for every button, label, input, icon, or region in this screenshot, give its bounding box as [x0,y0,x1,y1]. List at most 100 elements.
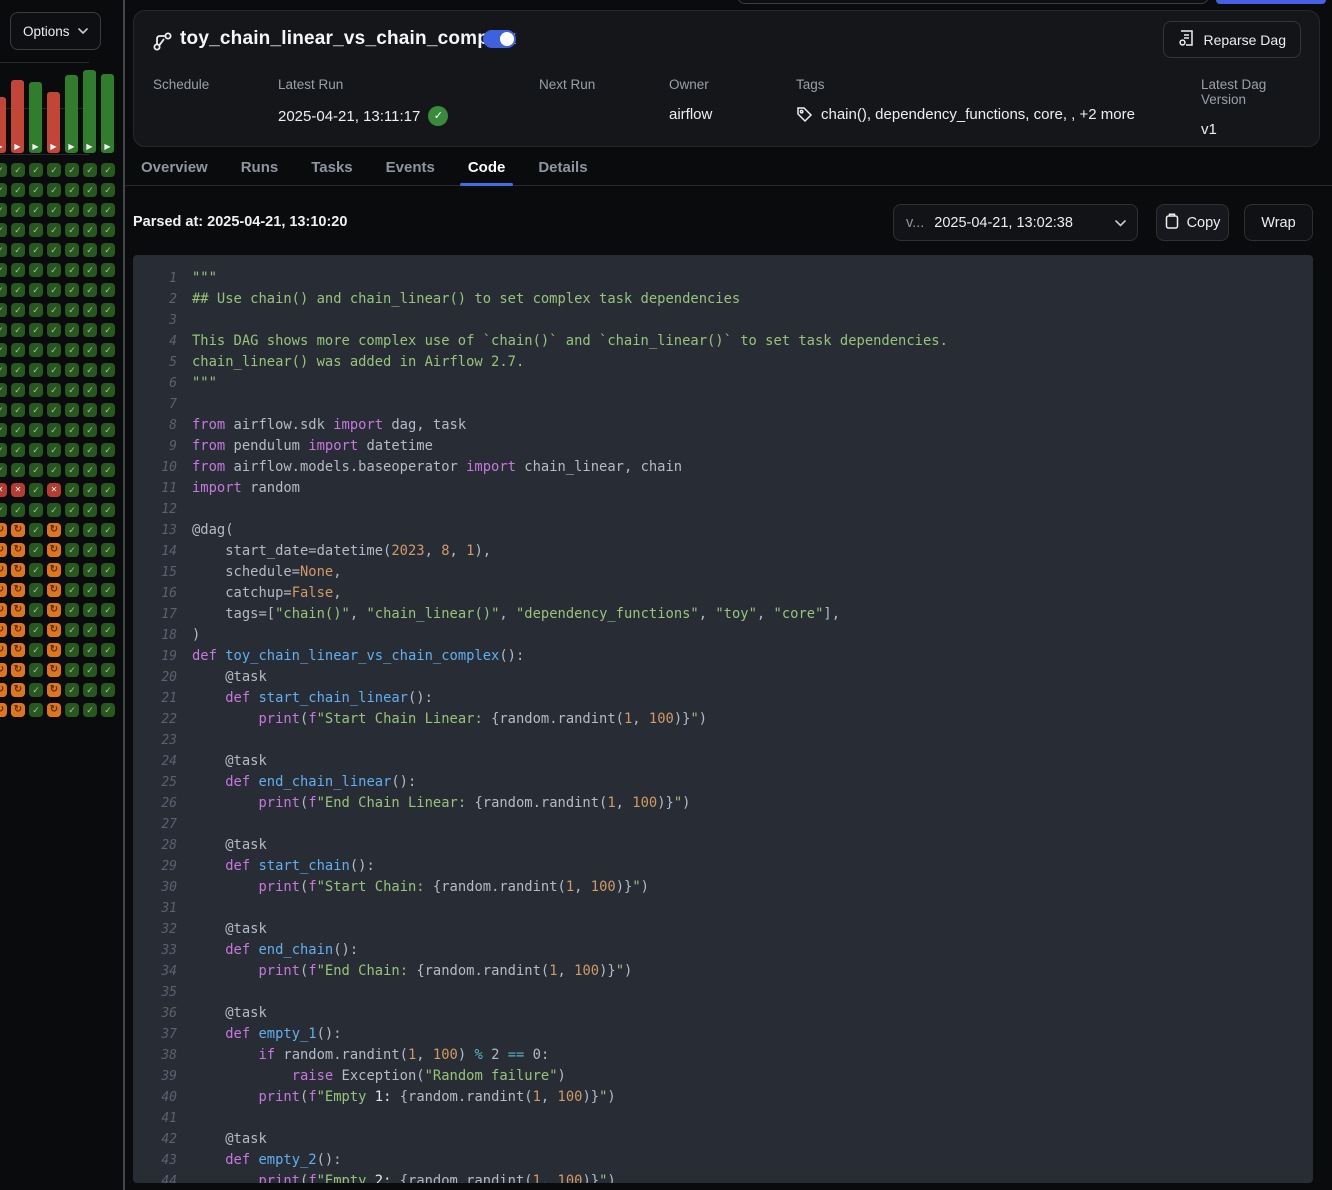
task-instance-retry[interactable]: ↻ [47,563,61,577]
tab-tasks[interactable]: Tasks [303,148,360,186]
task-instance-success[interactable]: ✓ [29,283,43,297]
task-instance-success[interactable]: ✓ [65,623,79,637]
task-instance-success[interactable]: ✓ [47,243,61,257]
task-instance-success[interactable]: ✓ [83,603,97,617]
task-instance-success[interactable]: ✓ [65,323,79,337]
task-instance-retry[interactable]: ↻ [0,703,7,717]
task-instance-success[interactable]: ✓ [65,383,79,397]
task-instance-retry[interactable]: ↻ [47,603,61,617]
task-instance-success[interactable]: ✓ [101,523,115,537]
task-instance-success[interactable]: ✓ [101,703,115,717]
task-instance-success[interactable]: ✓ [29,603,43,617]
task-instance-success[interactable]: ✓ [83,703,97,717]
task-instance-retry[interactable]: ↻ [0,623,7,637]
run-play-icon[interactable]: ▶ [101,142,114,152]
task-instance-retry[interactable]: ↻ [47,643,61,657]
task-instance-success[interactable]: ✓ [83,303,97,317]
run-play-icon[interactable]: ▶ [65,142,78,152]
task-instance-success[interactable]: ✓ [29,223,43,237]
task-instance-success[interactable]: ✓ [0,203,7,217]
task-instance-success[interactable]: ✓ [29,583,43,597]
task-instance-success[interactable]: ✓ [29,343,43,357]
task-instance-retry[interactable]: ↻ [11,583,25,597]
task-instance-success[interactable]: ✓ [65,303,79,317]
task-instance-success[interactable]: ✓ [47,363,61,377]
task-instance-success[interactable]: ✓ [29,423,43,437]
task-instance-success[interactable]: ✓ [47,443,61,457]
task-instance-success[interactable]: ✓ [101,583,115,597]
task-instance-success[interactable]: ✓ [0,503,7,517]
run-duration-bar[interactable]: ▶ [29,82,42,153]
task-instance-success[interactable]: ✓ [65,163,79,177]
task-instance-success[interactable]: ✓ [0,383,7,397]
task-instance-success[interactable]: ✓ [101,643,115,657]
task-instance-success[interactable]: ✓ [29,643,43,657]
reparse-dag-button[interactable]: Reparse Dag [1163,21,1302,58]
dag-code-viewer[interactable]: 1"""2## Use chain() and chain_linear() t… [133,255,1313,1183]
task-instance-success[interactable]: ✓ [65,603,79,617]
task-instance-success[interactable]: ✓ [0,223,7,237]
task-instance-retry[interactable]: ↻ [0,563,7,577]
task-instance-success[interactable]: ✓ [101,683,115,697]
task-instance-success[interactable]: ✓ [65,203,79,217]
task-instance-success[interactable]: ✓ [11,423,25,437]
task-instance-success[interactable]: ✓ [29,503,43,517]
task-instance-success[interactable]: ✓ [101,563,115,577]
task-instance-success[interactable]: ✓ [29,183,43,197]
task-instance-success[interactable]: ✓ [29,263,43,277]
task-instance-success[interactable]: ✓ [29,663,43,677]
wrap-button[interactable]: Wrap [1244,204,1313,241]
task-instance-retry[interactable]: ↻ [47,543,61,557]
task-instance-success[interactable]: ✓ [83,183,97,197]
task-instance-success[interactable]: ✓ [11,383,25,397]
task-instance-success[interactable]: ✓ [83,343,97,357]
task-instance-success[interactable]: ✓ [0,263,7,277]
task-instance-success[interactable]: ✓ [83,163,97,177]
task-instance-success[interactable]: ✓ [11,443,25,457]
task-instance-success[interactable]: ✓ [101,423,115,437]
run-play-icon[interactable]: ▶ [11,142,24,152]
task-instance-success[interactable]: ✓ [29,403,43,417]
task-instance-retry[interactable]: ↻ [47,683,61,697]
task-instance-retry[interactable]: ↻ [11,603,25,617]
task-instance-success[interactable]: ✓ [101,463,115,477]
task-instance-success[interactable]: ✓ [11,243,25,257]
task-instance-success[interactable]: ✓ [0,443,7,457]
task-instance-success[interactable]: ✓ [29,383,43,397]
task-instance-success[interactable]: ✓ [47,503,61,517]
task-instance-success[interactable]: ✓ [47,423,61,437]
task-instance-success[interactable]: ✓ [101,263,115,277]
task-instance-success[interactable]: ✓ [47,283,61,297]
task-instance-retry[interactable]: ↻ [11,523,25,537]
task-instance-success[interactable]: ✓ [0,183,7,197]
task-instance-success[interactable]: ✓ [11,263,25,277]
task-instance-retry[interactable]: ↻ [47,703,61,717]
task-instance-success[interactable]: ✓ [0,323,7,337]
task-instance-success[interactable]: ✓ [101,183,115,197]
task-instance-retry[interactable]: ↻ [11,543,25,557]
task-instance-retry[interactable]: ↻ [0,643,7,657]
task-instance-success[interactable]: ✓ [29,563,43,577]
task-instance-success[interactable]: ✓ [65,663,79,677]
task-instance-success[interactable]: ✓ [83,563,97,577]
task-instance-success[interactable]: ✓ [11,343,25,357]
task-instance-success[interactable]: ✓ [83,243,97,257]
task-instance-retry[interactable]: ↻ [11,663,25,677]
task-instance-success[interactable]: ✓ [11,203,25,217]
run-duration-bar[interactable]: ▶ [83,70,96,153]
task-instance-success[interactable]: ✓ [101,383,115,397]
run-duration-bar[interactable]: ▶ [0,97,6,153]
run-duration-bar[interactable]: ▶ [65,75,78,153]
run-play-icon[interactable]: ▶ [0,142,6,152]
task-instance-success[interactable]: ✓ [11,503,25,517]
task-instance-success[interactable]: ✓ [11,363,25,377]
task-instance-success[interactable]: ✓ [47,223,61,237]
task-instance-success[interactable]: ✓ [65,703,79,717]
task-instance-success[interactable]: ✓ [0,243,7,257]
task-instance-success[interactable]: ✓ [0,363,7,377]
task-instance-success[interactable]: ✓ [83,463,97,477]
task-instance-success[interactable]: ✓ [65,583,79,597]
task-instance-success[interactable]: ✓ [65,183,79,197]
task-instance-success[interactable]: ✓ [29,163,43,177]
task-instance-success[interactable]: ✓ [83,683,97,697]
